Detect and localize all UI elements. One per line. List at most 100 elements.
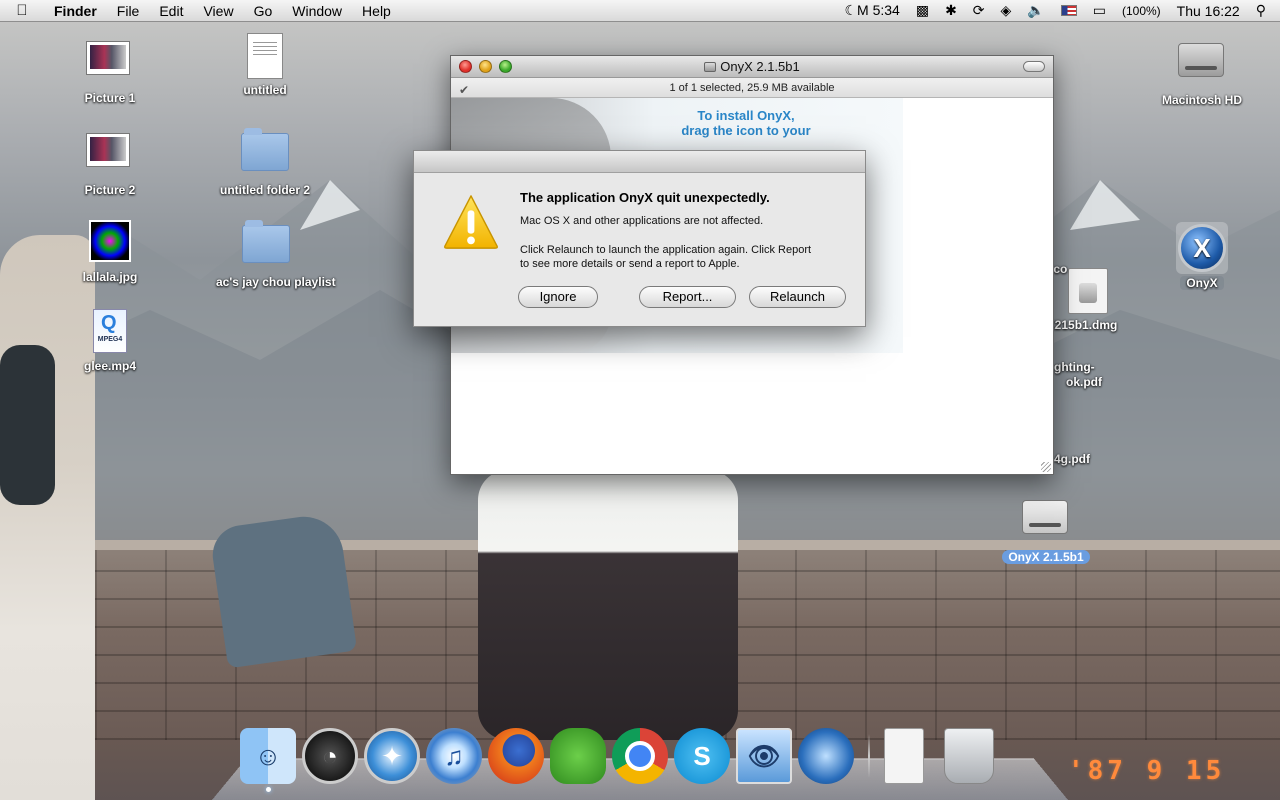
desktop-icon-ico-partial[interactable]: ico — [1050, 262, 1080, 276]
dashboard-icon[interactable]: ◔ — [302, 728, 358, 784]
desktop-icon-untitled-folder-2[interactable]: untitled folder 2 — [210, 125, 320, 197]
window-status-bar: ✔ 1 of 1 selected, 25.9 MB available — [451, 78, 1053, 98]
mounted-volume-icon — [1022, 500, 1070, 548]
documents-stack-icon[interactable] — [884, 728, 924, 784]
battery-percent[interactable]: (100%) — [1114, 4, 1169, 18]
icon-label: ok.pdf — [1066, 375, 1102, 389]
warning-icon — [443, 195, 499, 249]
adium-icon[interactable] — [550, 728, 606, 784]
moon-time-menu[interactable]: ☾M 5:34 — [836, 2, 907, 19]
relaunch-button[interactable]: Relaunch — [749, 286, 846, 308]
disk-image-title-icon — [704, 62, 717, 72]
apple-menu-icon[interactable]:  — [0, 2, 44, 19]
desktop-icon-glee-mp4[interactable]: MPEG4 glee.mp4 — [55, 309, 165, 373]
spotlight-search-icon[interactable]: ⚲ — [1248, 2, 1280, 19]
alert-subtext: Mac OS X and other applications are not … — [520, 215, 764, 227]
resize-grip[interactable] — [1041, 462, 1051, 472]
window-title: OnyX 2.1.5b1 — [720, 59, 800, 74]
remote-desktop-icon[interactable] — [798, 728, 854, 784]
ignore-button[interactable]: Ignore — [518, 286, 598, 308]
running-indicator — [266, 787, 271, 792]
menu-file[interactable]: File — [107, 3, 150, 19]
icon-label: untitled folder 2 — [220, 183, 310, 197]
icon-label: Macintosh HD — [1161, 93, 1242, 107]
alert-heading: The application OnyX quit unexpectedly. — [520, 190, 770, 205]
minimize-button[interactable] — [479, 60, 492, 73]
volume-icon[interactable]: 🔈 — [1019, 2, 1052, 19]
safari-icon[interactable]: ✦ — [364, 728, 420, 784]
couple-photo — [478, 470, 738, 740]
clock[interactable]: Thu 16:22 — [1169, 3, 1248, 19]
icon-label: lallala.jpg — [82, 270, 138, 284]
desktop-icon-untitled[interactable]: untitled — [210, 33, 320, 97]
install-instructions: To install OnyX, drag the icon to your — [636, 108, 856, 138]
icon-label: untitled — [243, 83, 287, 97]
desktop-icon-onyx-dmg[interactable]: yX215b1.dmg — [1040, 268, 1150, 332]
desktop-icon-pdf-partial[interactable]: ghting- ok.pdf — [1054, 360, 1114, 390]
menu-go[interactable]: Go — [244, 3, 283, 19]
photo-datestamp: '87 9 15 — [1068, 756, 1226, 786]
menu-help[interactable]: Help — [352, 3, 401, 19]
onyx-app-icon: X — [1176, 222, 1228, 274]
icon-label: ghting- — [1054, 360, 1095, 374]
icon-label: Picture 2 — [84, 183, 136, 197]
finder-icon[interactable]: ☺ — [240, 728, 296, 792]
menu-window[interactable]: Window — [282, 3, 352, 19]
document-icon — [241, 33, 289, 81]
report-button[interactable]: Report... — [639, 286, 736, 308]
screenshot-file-icon — [86, 133, 134, 181]
sd-card-icon[interactable]: ▩ — [908, 2, 937, 19]
icon-label: OnyX — [1180, 276, 1224, 290]
screenshot-file-icon — [86, 41, 134, 89]
menu-app-finder[interactable]: Finder — [44, 3, 107, 19]
desktop-icon-macintosh-hd[interactable]: Macintosh HD — [1147, 33, 1257, 107]
desktop-icon-lallala-jpg[interactable]: lallala.jpg — [55, 217, 165, 284]
crash-alert-dialog: The application OnyX quit unexpectedly. … — [413, 150, 866, 327]
zoom-button[interactable] — [499, 60, 512, 73]
dialog-titlebar[interactable] — [414, 151, 865, 173]
battery-icon[interactable]: ▭ — [1085, 2, 1114, 19]
preview-icon[interactable]: 👁 — [736, 728, 792, 784]
folder-icon — [241, 128, 289, 181]
desktop-icon-onyx-volume[interactable]: OnyX 2.1.5b1 — [990, 490, 1102, 564]
menu-bar:  Finder File Edit View Go Window Help ☾… — [0, 0, 1280, 22]
bluetooth-icon[interactable]: ✱ — [937, 2, 965, 19]
desktop-icon-onyx-app[interactable]: X OnyX — [1147, 222, 1257, 290]
hard-drive-icon — [1178, 43, 1226, 91]
selection-status: 1 of 1 selected, 25.9 MB available — [669, 82, 835, 94]
itunes-icon[interactable]: ♫ — [426, 728, 482, 784]
firefox-icon[interactable] — [488, 728, 544, 784]
desktop-icon-picture2[interactable]: Picture 2 — [55, 125, 165, 197]
dock: ☺ ◔ ✦ ♫ S 👁 — [240, 720, 1040, 792]
icon-label-selected: OnyX 2.1.5b1 — [1002, 550, 1090, 564]
chrome-icon[interactable] — [612, 728, 668, 784]
icon-label: glee.mp4 — [83, 359, 137, 373]
menu-edit[interactable]: Edit — [149, 3, 193, 19]
icon-label: 4g.pdf — [1054, 452, 1090, 466]
desktop-icon-picture1[interactable]: Picture 1 — [55, 33, 165, 105]
install-line-1: To install OnyX, — [697, 108, 795, 123]
toolbar-toggle-button[interactable] — [1023, 61, 1045, 72]
trash-icon[interactable] — [944, 728, 994, 784]
skype-icon[interactable]: S — [674, 728, 730, 784]
close-button[interactable] — [459, 60, 472, 73]
icon-label: Picture 1 — [84, 91, 136, 105]
window-titlebar[interactable]: OnyX 2.1.5b1 — [451, 56, 1053, 78]
icon-label: ac's jay chou playlist — [216, 275, 336, 289]
image-file-icon — [86, 220, 134, 268]
sync-icon[interactable]: ⟳ — [965, 2, 993, 19]
install-line-2: drag the icon to your — [681, 123, 811, 138]
folder-icon — [242, 220, 290, 273]
jacket-photo — [208, 511, 358, 669]
dock-separator — [868, 734, 870, 778]
backpack-photo — [0, 345, 55, 505]
alert-message: Click Relaunch to launch the application… — [520, 244, 812, 270]
wifi-icon[interactable]: ◈ — [993, 2, 1020, 19]
desktop-icon-playlist-folder[interactable]: ac's jay chou playlist — [210, 217, 336, 289]
window-controls — [459, 60, 512, 73]
quicktime-movie-icon: MPEG4 — [86, 309, 134, 357]
menu-view[interactable]: View — [193, 3, 243, 19]
desktop-icon-pdf2-partial[interactable]: 4g.pdf — [1054, 452, 1114, 466]
pin-icon: ✔ — [459, 83, 470, 97]
flag-us-icon[interactable] — [1060, 5, 1077, 16]
